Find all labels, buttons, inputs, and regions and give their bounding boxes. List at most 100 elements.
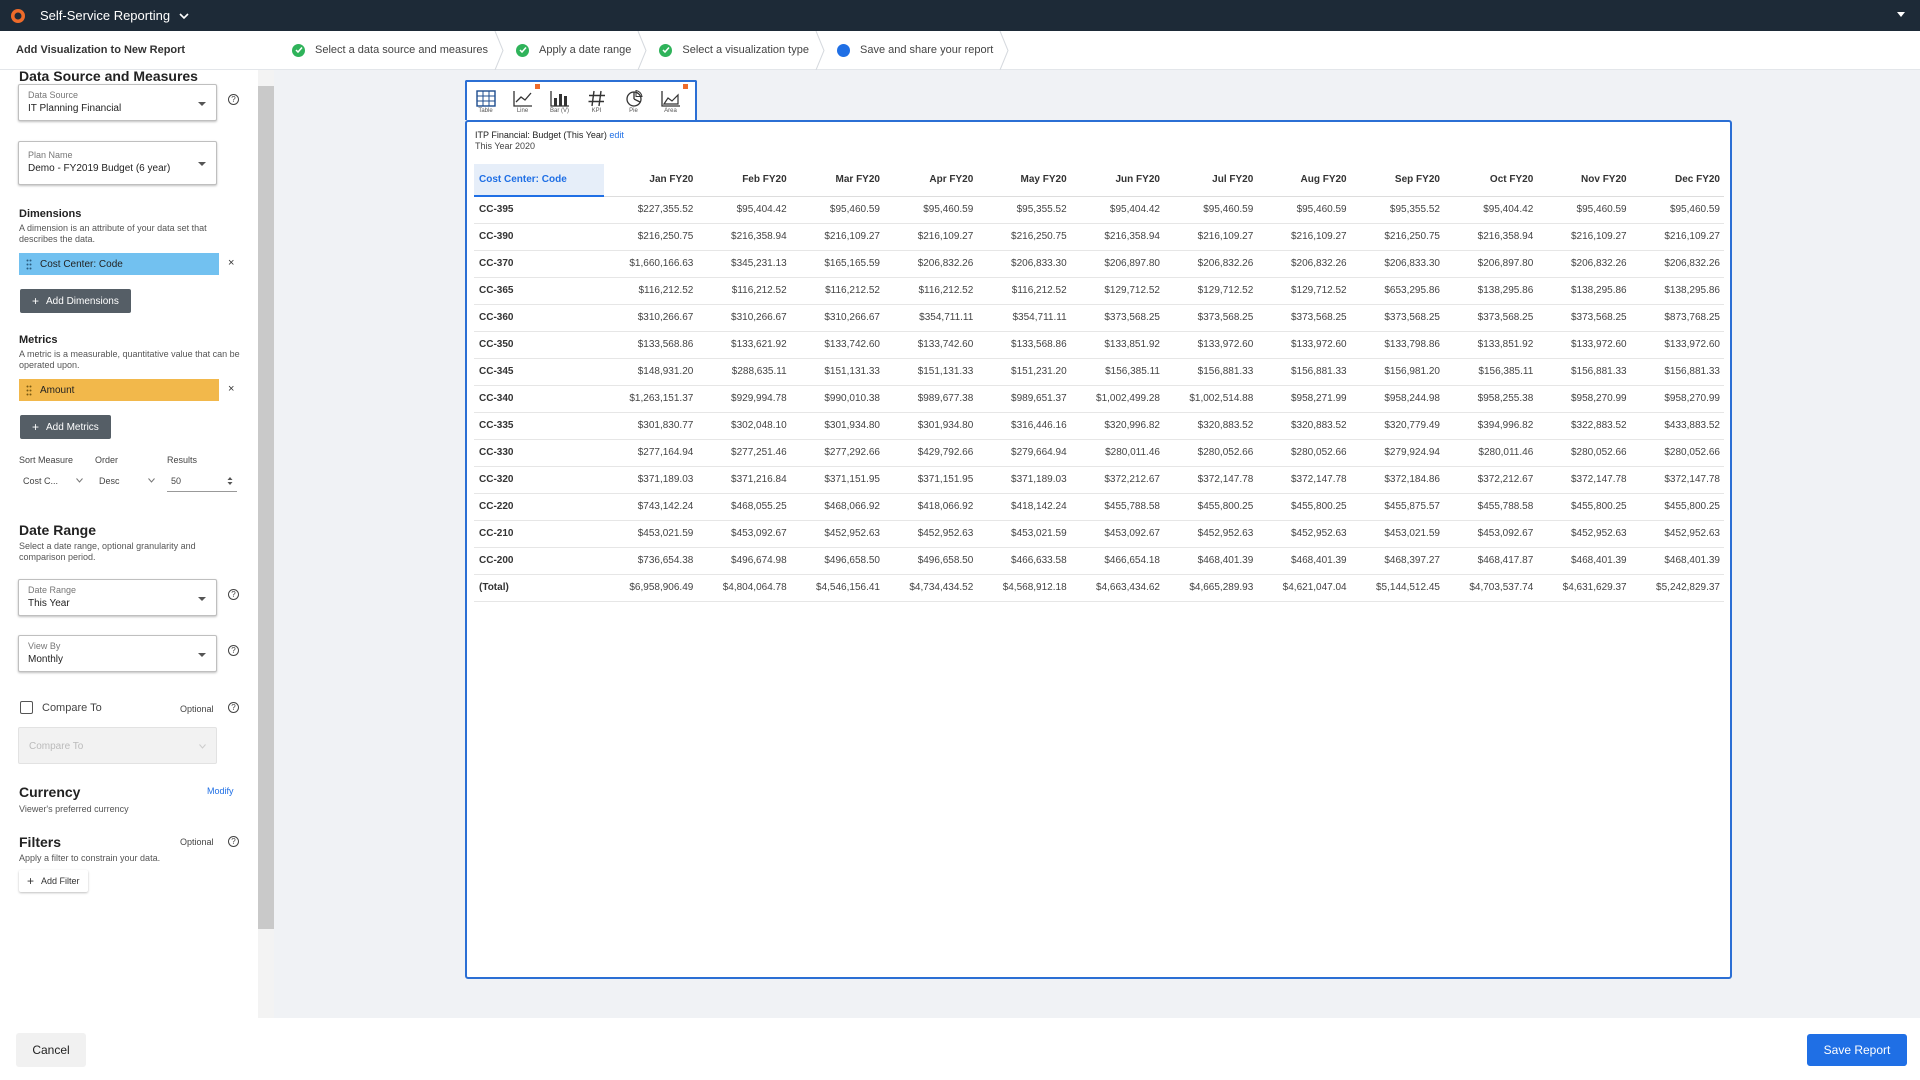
currency-modify-link[interactable]: Modify bbox=[207, 786, 234, 796]
metrics-title: Metrics bbox=[19, 334, 58, 346]
sidebar-scrollbar-thumb[interactable] bbox=[258, 86, 274, 929]
visualization-preview-panel: ITP Financial: Budget (This Year) edit T… bbox=[465, 120, 1732, 979]
amount-cell: $95,460.59 bbox=[1163, 196, 1258, 224]
amount-cell: $1,263,151.37 bbox=[604, 385, 698, 413]
plus-icon: + bbox=[32, 420, 40, 434]
help-icon[interactable]: ? bbox=[228, 589, 239, 600]
amount-cell: $455,800.25 bbox=[1257, 493, 1351, 521]
viz-type-area[interactable]: Area bbox=[652, 82, 689, 120]
add-dimensions-button[interactable]: + Add Dimensions bbox=[20, 289, 131, 313]
column-header-cost-center[interactable]: Cost Center: Code bbox=[474, 164, 604, 197]
drag-handle-icon[interactable] bbox=[26, 259, 32, 270]
amount-cell: $468,401.39 bbox=[1163, 547, 1258, 575]
step-save-share[interactable]: Save and share your report bbox=[823, 30, 1009, 70]
data-source-select[interactable]: Data Source IT Planning Financial bbox=[18, 84, 217, 121]
results-stepper[interactable]: 50 bbox=[167, 470, 237, 492]
data-source-section-title: Data Source and Measures bbox=[19, 68, 198, 84]
report-edit-link[interactable]: edit bbox=[609, 130, 624, 140]
amount-cell: $1,002,514.88 bbox=[1163, 385, 1258, 413]
amount-cell: $354,711.11 bbox=[977, 304, 1071, 332]
remove-dimension-close-icon[interactable]: × bbox=[228, 257, 234, 269]
chevron-down-icon bbox=[199, 744, 206, 749]
amount-cell: $216,109.27 bbox=[1537, 223, 1631, 251]
hash-icon bbox=[588, 90, 605, 107]
compare-to-label: Compare To bbox=[42, 702, 102, 714]
amount-cell: $138,295.86 bbox=[1443, 277, 1538, 305]
amount-cell: $216,250.75 bbox=[604, 223, 698, 251]
amount-cell: $468,055.25 bbox=[697, 493, 791, 521]
column-header-month[interactable]: Mar FY20 bbox=[790, 164, 884, 197]
column-header-month[interactable]: Feb FY20 bbox=[697, 164, 791, 197]
amount-cell: $453,092.67 bbox=[1070, 520, 1164, 548]
add-filter-button[interactable]: + Add Filter bbox=[19, 870, 88, 892]
amount-cell: $138,295.86 bbox=[1630, 277, 1724, 305]
viz-type-kpi[interactable]: KPI bbox=[578, 82, 615, 120]
column-header-month[interactable]: Dec FY20 bbox=[1630, 164, 1724, 197]
column-header-month[interactable]: Apr FY20 bbox=[883, 164, 978, 197]
amount-cell: $133,972.60 bbox=[1537, 331, 1631, 359]
caret-down-icon bbox=[198, 102, 206, 106]
help-icon[interactable]: ? bbox=[228, 702, 239, 713]
add-dimensions-label: Add Dimensions bbox=[46, 295, 119, 307]
row-label-cell: CC-210 bbox=[474, 520, 604, 548]
column-header-month[interactable]: Nov FY20 bbox=[1537, 164, 1631, 197]
column-header-month[interactable]: Aug FY20 bbox=[1257, 164, 1351, 197]
viz-type-label: Pie bbox=[629, 108, 638, 114]
remove-metric-close-icon[interactable]: × bbox=[228, 383, 234, 395]
account-menu-chevron-icon[interactable] bbox=[1896, 11, 1906, 19]
metric-pill[interactable]: Amount bbox=[19, 379, 219, 401]
row-label-cell: CC-340 bbox=[474, 385, 604, 413]
amount-cell: $4,663,434.62 bbox=[1070, 574, 1164, 602]
plan-name-select[interactable]: Plan Name Demo - FY2019 Budget (6 year) bbox=[18, 141, 217, 185]
amount-cell: $320,883.52 bbox=[1257, 412, 1351, 440]
viz-type-label: Table bbox=[478, 108, 493, 114]
amount-cell: $496,658.50 bbox=[883, 547, 978, 575]
footer-action-bar bbox=[0, 1018, 1920, 1080]
viz-type-line[interactable]: Line bbox=[504, 82, 541, 120]
amount-cell: $320,779.49 bbox=[1350, 412, 1444, 440]
date-range-select[interactable]: Date Range This Year bbox=[18, 579, 217, 616]
compare-to-placeholder: Compare To bbox=[29, 741, 84, 752]
step-visualization-type[interactable]: Select a visualization type bbox=[645, 30, 825, 70]
amount-cell: $466,633.58 bbox=[977, 547, 1071, 575]
amount-cell: $4,621,047.04 bbox=[1257, 574, 1351, 602]
amount-cell: $156,385.11 bbox=[1070, 358, 1164, 386]
viz-type-bar-vertical[interactable]: Bar (V) bbox=[541, 82, 578, 120]
cancel-button[interactable]: Cancel bbox=[16, 1033, 86, 1067]
column-header-month[interactable]: Jun FY20 bbox=[1070, 164, 1164, 197]
step-label: Select a visualization type bbox=[682, 44, 809, 56]
stepper-arrows-icon[interactable] bbox=[227, 476, 233, 486]
step-separator-icon bbox=[999, 30, 1009, 70]
column-header-month[interactable]: Jan FY20 bbox=[604, 164, 698, 197]
amount-cell: $453,021.59 bbox=[1350, 520, 1444, 548]
date-range-value: This Year bbox=[28, 598, 70, 609]
step-data-source[interactable]: Select a data source and measures bbox=[278, 30, 504, 70]
row-label-cell: CC-330 bbox=[474, 439, 604, 467]
add-metrics-button[interactable]: + Add Metrics bbox=[20, 415, 111, 439]
step-date-range[interactable]: Apply a date range bbox=[502, 30, 647, 70]
plan-name-value: Demo - FY2019 Budget (6 year) bbox=[28, 163, 171, 174]
current-step-dot-icon bbox=[836, 43, 850, 57]
help-icon[interactable]: ? bbox=[228, 836, 239, 847]
filters-description: Apply a filter to constrain your data. bbox=[19, 853, 161, 863]
sort-measure-select[interactable]: Cost C... bbox=[19, 470, 87, 492]
viz-type-pie[interactable]: Pie bbox=[615, 82, 652, 120]
drag-handle-icon[interactable] bbox=[26, 385, 32, 396]
compare-to-checkbox[interactable] bbox=[20, 701, 33, 714]
amount-cell: $372,147.78 bbox=[1257, 466, 1351, 494]
column-header-month[interactable]: May FY20 bbox=[977, 164, 1071, 197]
view-by-select[interactable]: View By Monthly bbox=[18, 635, 217, 672]
app-title[interactable]: Self-Service Reporting bbox=[40, 8, 170, 23]
amount-cell: $4,804,064.78 bbox=[697, 574, 791, 602]
app-switcher-chevron-icon[interactable] bbox=[178, 10, 190, 22]
column-header-month[interactable]: Jul FY20 bbox=[1163, 164, 1258, 197]
save-report-button[interactable]: Save Report bbox=[1807, 1034, 1907, 1066]
column-header-month[interactable]: Sep FY20 bbox=[1350, 164, 1444, 197]
dimension-pill[interactable]: Cost Center: Code bbox=[19, 253, 219, 275]
help-icon[interactable]: ? bbox=[228, 645, 239, 656]
order-select[interactable]: Desc bbox=[95, 470, 159, 492]
sort-measure-label: Sort Measure bbox=[19, 455, 74, 465]
viz-type-table[interactable]: Table bbox=[467, 82, 504, 120]
help-icon[interactable]: ? bbox=[228, 94, 239, 105]
column-header-month[interactable]: Oct FY20 bbox=[1443, 164, 1538, 197]
